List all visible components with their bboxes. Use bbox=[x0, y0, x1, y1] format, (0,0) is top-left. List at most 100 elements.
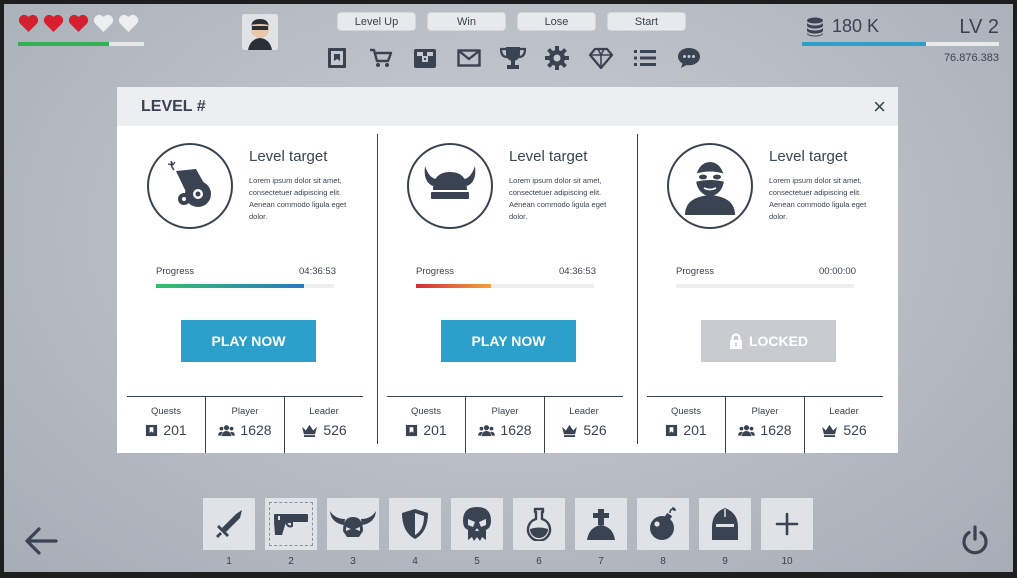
xp-bar bbox=[802, 42, 999, 46]
progress-time: 04:36:53 bbox=[559, 266, 596, 277]
main-menu bbox=[320, 44, 706, 72]
chest-icon[interactable] bbox=[408, 44, 442, 72]
stat-number: 1628 bbox=[760, 422, 792, 438]
player-avatar[interactable] bbox=[242, 14, 278, 50]
stat-value: 201 bbox=[405, 422, 447, 438]
slot-number: 5 bbox=[474, 556, 480, 567]
progress-bar bbox=[676, 284, 854, 288]
knight-helmet-icon bbox=[711, 507, 739, 541]
health-fill bbox=[18, 42, 109, 46]
coin-amount: 180 K bbox=[832, 16, 880, 36]
stat-quests: Quests 201 bbox=[647, 397, 725, 453]
inventory-slot[interactable]: 1 bbox=[203, 498, 255, 567]
stat-label: Leader bbox=[829, 406, 859, 417]
level-card: Level target Lorem ipsum dolor sit amet,… bbox=[117, 126, 377, 453]
slot-number: 2 bbox=[288, 556, 294, 567]
inventory-slot[interactable]: 7 bbox=[575, 498, 627, 567]
back-arrow-icon[interactable] bbox=[24, 526, 58, 556]
stat-player: Player 1628 bbox=[465, 397, 544, 453]
slot-number: 6 bbox=[536, 556, 542, 567]
trophy-icon[interactable] bbox=[496, 44, 530, 72]
stat-label: Quests bbox=[410, 406, 442, 417]
xp-fill bbox=[802, 42, 927, 46]
slot-button[interactable] bbox=[451, 498, 503, 550]
slot-button[interactable] bbox=[575, 498, 627, 550]
player-level: LV 2 bbox=[959, 16, 999, 38]
shop-cart-icon[interactable] bbox=[364, 44, 398, 72]
stat-label: Leader bbox=[309, 406, 339, 417]
mail-icon[interactable] bbox=[452, 44, 486, 72]
slot-button[interactable] bbox=[265, 498, 317, 550]
power-icon[interactable] bbox=[960, 525, 990, 557]
stat-label: Player bbox=[231, 406, 259, 417]
quest-book-icon bbox=[665, 424, 678, 437]
slot-button[interactable] bbox=[327, 498, 379, 550]
inventory-slot[interactable]: 6 bbox=[513, 498, 565, 567]
shield-icon bbox=[401, 508, 429, 540]
inventory-slot[interactable]: 10 bbox=[761, 498, 813, 567]
stat-label: Quests bbox=[670, 406, 702, 417]
stat-label: Player bbox=[491, 406, 519, 417]
level-stats: Quests 201 Player 1628 Leader 526 bbox=[387, 396, 623, 453]
slot-button[interactable] bbox=[761, 498, 813, 550]
slot-number: 8 bbox=[660, 556, 666, 567]
settings-gear-icon[interactable] bbox=[540, 44, 574, 72]
stat-value: 1628 bbox=[738, 422, 792, 438]
stat-player: Player 1628 bbox=[205, 397, 284, 453]
inventory-slot[interactable]: 2 bbox=[265, 498, 317, 567]
stat-value: 1628 bbox=[478, 422, 532, 438]
chat-icon[interactable] bbox=[672, 44, 706, 72]
hearts bbox=[18, 14, 139, 33]
dialog-header: LEVEL # × bbox=[117, 87, 898, 126]
bomb-icon bbox=[648, 507, 678, 541]
quest-book-icon[interactable] bbox=[320, 44, 354, 72]
progress-label: Progress bbox=[676, 266, 715, 277]
locked-button: LOCKED bbox=[701, 320, 836, 362]
crown-icon bbox=[821, 424, 838, 437]
slot-button[interactable] bbox=[699, 498, 751, 550]
progress-label: Progress bbox=[416, 266, 455, 277]
inventory-slot[interactable]: 3 bbox=[327, 498, 379, 567]
play-now-button[interactable]: PLAY NOW bbox=[441, 320, 576, 362]
crown-icon bbox=[561, 424, 578, 437]
viking-helmet-icon bbox=[407, 143, 493, 229]
inventory-slot[interactable]: 4 bbox=[389, 498, 441, 567]
progress-label: Progress bbox=[156, 266, 195, 277]
debug-buttons: Level Up Win Lose Start bbox=[337, 12, 686, 31]
slot-number: 10 bbox=[781, 556, 793, 567]
level-card: Level target Lorem ipsum dolor sit amet,… bbox=[377, 126, 637, 453]
slot-number: 7 bbox=[598, 556, 604, 567]
grave-icon bbox=[584, 507, 618, 541]
stat-label: Quests bbox=[150, 406, 182, 417]
list-icon[interactable] bbox=[628, 44, 662, 72]
slot-button[interactable] bbox=[637, 498, 689, 550]
stat-value: 1628 bbox=[218, 422, 272, 438]
play-now-button[interactable]: PLAY NOW bbox=[181, 320, 316, 362]
debug-win-button[interactable]: Win bbox=[427, 12, 506, 31]
progress-fill bbox=[156, 284, 304, 288]
level-stats: Quests 201 Player 1628 Leader 526 bbox=[127, 396, 363, 453]
debug-lose-button[interactable]: Lose bbox=[517, 12, 596, 31]
horned-helmet-icon bbox=[329, 509, 377, 539]
slot-button[interactable] bbox=[389, 498, 441, 550]
level-target-description: Lorem ipsum dolor sit amet, consectetuer… bbox=[249, 176, 347, 221]
stat-number: 526 bbox=[583, 422, 607, 438]
inventory-slot[interactable]: 9 bbox=[699, 498, 751, 567]
stat-number: 526 bbox=[323, 422, 347, 438]
health-bar bbox=[18, 42, 144, 46]
close-button[interactable]: × bbox=[873, 94, 886, 120]
debug-start-button[interactable]: Start bbox=[607, 12, 686, 31]
gem-icon[interactable] bbox=[584, 44, 618, 72]
stat-player: Player 1628 bbox=[725, 397, 804, 453]
slot-button[interactable] bbox=[513, 498, 565, 550]
inventory-slot[interactable]: 5 bbox=[451, 498, 503, 567]
progress-bar bbox=[156, 284, 334, 288]
stat-value: 201 bbox=[665, 422, 707, 438]
avatar-icon bbox=[242, 14, 278, 50]
level-columns: Level target Lorem ipsum dolor sit amet,… bbox=[117, 126, 898, 453]
inventory-slot[interactable]: 8 bbox=[637, 498, 689, 567]
slot-button[interactable] bbox=[203, 498, 255, 550]
quest-book-icon bbox=[405, 424, 418, 437]
debug-level-up-button[interactable]: Level Up bbox=[337, 12, 416, 31]
progress-fill bbox=[416, 284, 491, 288]
